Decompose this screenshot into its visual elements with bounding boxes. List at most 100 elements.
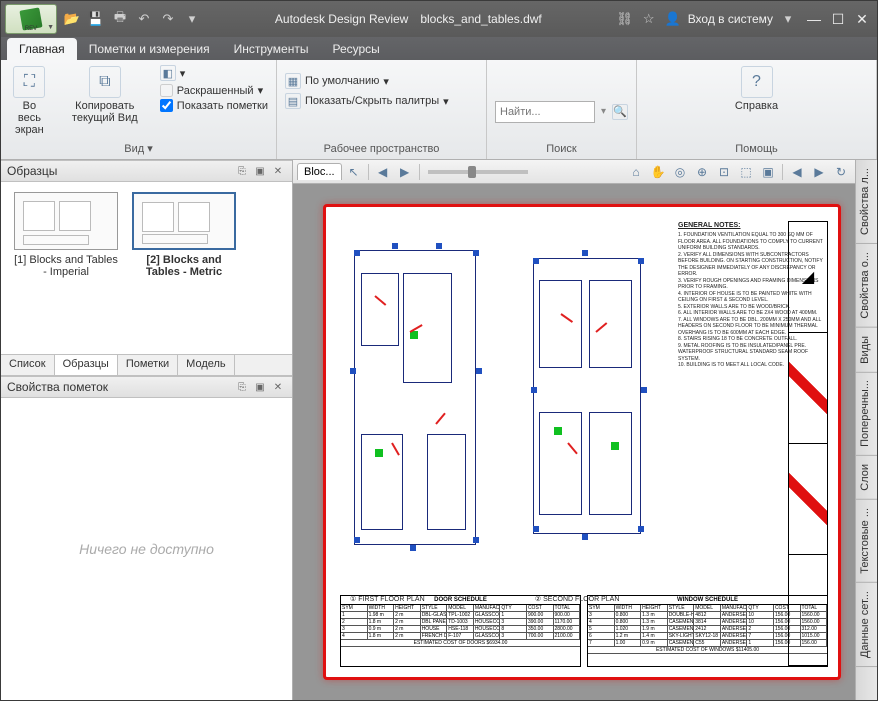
ltab-thumbnails[interactable]: Образцы [55,355,118,375]
second-floor-plan: ② SECOND FLOOR PLAN [525,221,668,589]
chevron-down-icon[interactable]: ▾ [601,106,606,117]
rtab-text[interactable]: Текстовые ... [856,500,877,583]
view-toolbar: Bloc... ↖ ◀ ▶ ⌂ ✋ ◎ ⊕ ⊡ ⬚ ▣ ◀ ▶ ↻ [293,160,855,184]
colored-checkbox[interactable]: Раскрашенный▾ [160,84,268,97]
panel-options-icon[interactable]: ⎘ [234,163,250,179]
app-menu-button[interactable]: REV ▼ [5,4,57,34]
orbit-icon[interactable]: ◎ [670,162,690,182]
thumbnail-1-label: [1] Blocks and Tables - Imperial [14,254,118,278]
view-options-stack: ◧▾ Раскрашенный▾ Показать пометки [160,64,268,112]
center-column: Bloc... ↖ ◀ ▶ ⌂ ✋ ◎ ⊕ ⊡ ⬚ ▣ ◀ ▶ ↻ [293,160,855,700]
navigator-icon[interactable]: ⛓ [616,10,634,28]
titlebar: REV ▼ 📂 💾 🖶 ↶ ↷ ▾ Autodesk Design Review… [1,1,877,37]
next-icon[interactable]: ▶ [395,162,415,182]
undo-icon[interactable]: ↶ [135,10,153,28]
tb-scale [789,555,827,666]
ltab-model[interactable]: Модель [178,355,234,375]
tb-stripe [789,444,827,555]
plan2-title: ② SECOND FLOOR PLAN [535,595,619,603]
close-button[interactable]: ✕ [851,8,873,30]
panel-pin-icon[interactable]: ▣ [252,163,268,179]
zoom-slider[interactable] [428,170,528,174]
help-button[interactable]: ? Справка [731,64,782,114]
qat-more-icon[interactable]: ▾ [183,10,201,28]
open-icon[interactable]: 📂 [63,10,81,28]
title-block: ◢ [788,221,828,667]
sched-row: 21.8 m2 mDBL PANELTD-1003HOUSECO3390.001… [341,619,580,626]
tb-stripe [789,333,827,444]
maximize-button[interactable]: ☐ [827,8,849,30]
markup-properties-title: Свойства пометок [7,380,108,394]
show-markups-checkbox[interactable]: Показать пометки [160,99,268,112]
rtab-views[interactable]: Виды [856,328,877,373]
title-text: Autodesk Design Review blocks_and_tables… [207,12,610,26]
rtab-grid-data[interactable]: Данные сет... [856,583,877,667]
rotate-icon[interactable]: ↻ [831,162,851,182]
app-window: REV ▼ 📂 💾 🖶 ↶ ↷ ▾ Autodesk Design Review… [0,0,878,701]
rtab-sections[interactable]: Поперечны... [856,372,877,456]
ribbon-tab-resources[interactable]: Ресурсы [320,38,391,60]
default-workspace-button[interactable]: ▦По умолчанию ▾ [285,72,449,90]
markup-properties-header: Свойства пометок ⎘ ▣ ✕ [1,376,292,398]
panel-close-icon[interactable]: ✕ [270,379,286,395]
ltab-markups[interactable]: Пометки [118,355,178,375]
view-tab[interactable]: Bloc... [297,163,342,180]
thumbnail-2-label: [2] Blocks and Tables - Metric [146,254,222,278]
thumbnail-1-image [14,192,118,250]
zoom-extents-icon[interactable]: ⬚ [736,162,756,182]
fit-icon[interactable]: ▣ [758,162,778,182]
panel-options-icon[interactable]: ⎘ [234,379,250,395]
panel-pin-icon[interactable]: ▣ [252,379,268,395]
thumbnail-2[interactable]: [2] Blocks and Tables - Metric [129,192,239,278]
pan-icon[interactable]: ✋ [648,162,668,182]
thumbnail-2-image [132,192,236,250]
drawing-canvas[interactable]: ① FIRST FLOOR PLAN [293,184,855,700]
chevron-down-icon[interactable]: ▾ [779,10,797,28]
binoculars-icon[interactable]: 🔍 [612,104,628,120]
minimize-button[interactable]: — [803,8,825,30]
app-menu-rev-label: REV [25,26,37,32]
copy-view-label: Копировать текущий Вид [60,100,150,124]
ribbon-group-search: ▾ 🔍 Поиск [487,60,637,159]
panel-close-icon[interactable]: ✕ [270,163,286,179]
thumbnail-1[interactable]: [1] Blocks and Tables - Imperial [11,192,121,278]
copy-view-button[interactable]: ⧉ Копировать текущий Вид [56,64,154,126]
palettes-button[interactable]: ▤Показать/Скрыть палитры ▾ [285,92,449,110]
file-name: blocks_and_tables.dwf [420,12,541,26]
ribbon-tab-home[interactable]: Главная [7,38,77,60]
render-mode-button[interactable]: ◧▾ [160,64,268,82]
thumbnails-container: [1] Blocks and Tables - Imperial [2] Blo… [1,182,292,354]
redo-icon[interactable]: ↷ [159,10,177,28]
layout-icon: ▦ [285,73,301,89]
ribbon-tabs: Главная Пометки и измерения Инструменты … [1,37,877,60]
sched-total: ESTIMATED COST OF DOORS $6934.00 [341,640,580,647]
markup-properties-panel: Свойства пометок ⎘ ▣ ✕ Ничего не доступн… [1,376,292,700]
fullscreen-label: Во весь экран [13,100,46,136]
print-icon[interactable]: 🖶 [111,10,129,28]
zoom-in-icon[interactable]: ⊕ [692,162,712,182]
ribbon-tab-markup[interactable]: Пометки и измерения [77,38,222,60]
thumbnails-panel: Образцы ⎘ ▣ ✕ [1] Blocks and Tables - Im… [1,160,292,376]
pointer-icon[interactable]: ↖ [344,162,364,182]
left-panel-tabs: Список Образцы Пометки Модель [1,354,292,376]
prev-icon[interactable]: ◀ [373,162,393,182]
signin-link[interactable]: Вход в систему [688,12,773,26]
page-prev-icon[interactable]: ◀ [787,162,807,182]
sheet-main: ① FIRST FLOOR PLAN [340,221,828,589]
zoom-window-icon[interactable]: ⊡ [714,162,734,182]
palettes-label: Показать/Скрыть палитры [305,95,439,107]
save-icon[interactable]: 💾 [87,10,105,28]
search-group-label: Поиск [495,141,628,157]
ribbon-tab-tools[interactable]: Инструменты [222,38,321,60]
home-icon[interactable]: ⌂ [626,162,646,182]
colored-label: Раскрашенный [177,85,254,97]
search-input[interactable] [495,101,595,123]
fullscreen-button[interactable]: ⛶ Во весь экран [9,64,50,138]
rtab-object-props[interactable]: Свойства о... [856,244,877,328]
help-star-icon[interactable]: ☆ [640,10,658,28]
rtab-layers[interactable]: Слои [856,456,877,500]
ltab-list[interactable]: Список [1,355,55,375]
page-next-icon[interactable]: ▶ [809,162,829,182]
rtab-sheet-props[interactable]: Свойства л... [856,160,877,244]
sched-row: 41.8 m2 mFRENCH DOORSF-107GLASSCO3700.00… [341,633,580,640]
